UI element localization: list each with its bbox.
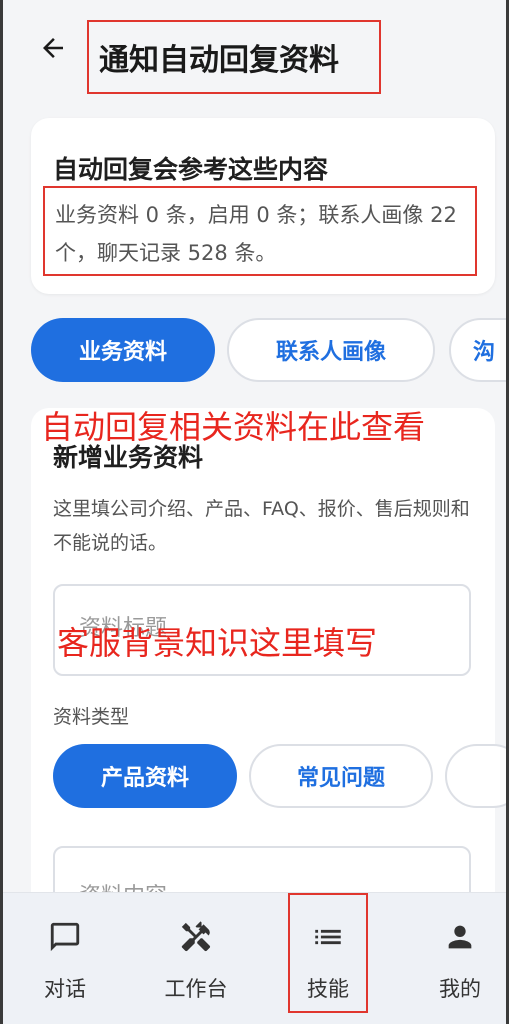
annotation-input-note: 客服背景知识这里填写 (57, 624, 378, 662)
nav-item-workbench[interactable]: 工作台 (136, 893, 256, 1024)
tab-business-data[interactable]: 业务资料 (31, 318, 215, 382)
skills-highlight-box (288, 893, 368, 1013)
arrow-left-icon (43, 38, 63, 58)
nav-label-chat: 对话 (44, 977, 86, 1001)
summary-card: 自动回复会参考这些内容 业务资料 0 条，启用 0 条；联系人画像 22 个，聊… (31, 118, 495, 294)
add-section-description: 这里填公司介绍、产品、FAQ、报价、售后规则和不能说的话。 (53, 498, 470, 554)
person-icon (442, 919, 478, 955)
chat-icon (47, 919, 83, 955)
nav-label-workbench: 工作台 (164, 977, 228, 1001)
tab-contact-profile[interactable]: 联系人画像 (227, 318, 435, 382)
tools-icon (178, 919, 214, 955)
add-data-card: 新增业务资料 这里填公司介绍、产品、FAQ、报价、售后规则和不能说的话。 资料标… (31, 408, 506, 956)
type-chip-more[interactable] (445, 744, 506, 808)
type-chip-product[interactable]: 产品资料 (53, 744, 237, 808)
annotation-tabs-note: 自动回复相关资料在此查看 (41, 408, 426, 446)
nav-item-profile[interactable]: 我的 (400, 893, 506, 1024)
data-type-label: 资料类型 (53, 706, 130, 728)
summary-description: 业务资料 0 条，启用 0 条；联系人画像 22 个，聊天记录 528 条。 (43, 186, 477, 276)
nav-label-profile: 我的 (439, 977, 481, 1001)
type-chip-faq[interactable]: 常见问题 (249, 744, 433, 808)
app-header: 通知自动回复资料 (3, 0, 506, 100)
category-tabs: 业务资料 联系人画像 沟 (31, 318, 506, 384)
back-button[interactable] (31, 26, 75, 70)
nav-item-chat[interactable]: 对话 (5, 893, 125, 1024)
page-title: 通知自动回复资料 (87, 20, 381, 94)
tab-chat-records[interactable]: 沟 (449, 318, 506, 382)
bottom-navigation: 对话 工作台 技能 我的 (3, 892, 506, 1024)
summary-title: 自动回复会参考这些内容 (53, 155, 329, 184)
app-screen: 通知自动回复资料 自动回复会参考这些内容 业务资料 0 条，启用 0 条；联系人… (0, 0, 509, 1024)
